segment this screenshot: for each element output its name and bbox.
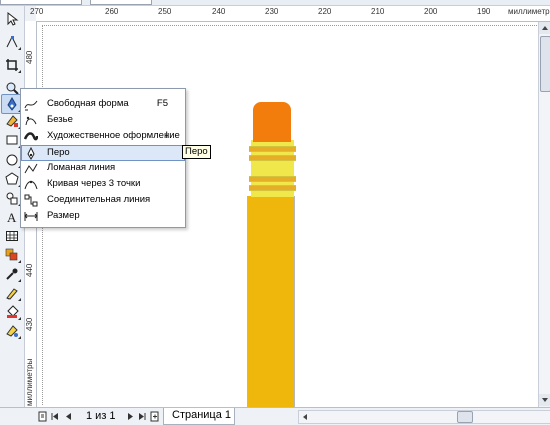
ruler-label: 190 <box>477 7 491 16</box>
menu-item-connector[interactable]: Соединительная линия <box>22 193 184 208</box>
first-page-icon[interactable] <box>50 411 60 422</box>
scroll-left-icon[interactable] <box>300 412 310 422</box>
horizontal-scrollbar[interactable] <box>298 410 550 424</box>
ruler-label: 220 <box>318 7 332 16</box>
ferrule-ring-shape[interactable] <box>249 185 296 191</box>
interactive-effects-icon[interactable] <box>2 246 22 264</box>
pick-tool-icon[interactable] <box>2 10 22 28</box>
outline-tool-icon[interactable] <box>2 284 22 302</box>
menu-item-label: Размер <box>47 210 80 221</box>
ruler-unit: миллиметры <box>508 7 550 16</box>
ferrule-ring-shape[interactable] <box>249 146 296 152</box>
polyline-icon <box>24 163 38 174</box>
page-border <box>42 25 537 26</box>
menu-item-artistic-media[interactable]: Художественное оформление I <box>22 129 184 144</box>
menu-item-dimension[interactable]: Размер <box>22 209 184 224</box>
svg-text:A: A <box>7 210 17 224</box>
document-navigator: 1 из 1 Страница 1 <box>0 407 550 425</box>
dimension-icon <box>24 212 38 221</box>
pencil-eraser-shape[interactable] <box>253 102 291 142</box>
previous-page-icon[interactable] <box>64 411 74 422</box>
ruler-label: 430 <box>25 317 34 331</box>
menu-item-pen[interactable]: Перо <box>21 145 185 161</box>
horizontal-scroll-thumb[interactable] <box>457 411 473 423</box>
menu-item-shortcut: I <box>165 130 168 141</box>
page-settings-icon[interactable] <box>38 411 48 422</box>
ruler-label: 200 <box>424 7 438 16</box>
tooltip: Перо <box>182 145 211 159</box>
last-page-icon[interactable] <box>137 411 147 422</box>
ruler-label: 240 <box>212 7 226 16</box>
text-tool-icon[interactable]: A <box>2 208 22 226</box>
menu-item-shortcut: F5 <box>156 98 168 109</box>
next-page-icon[interactable] <box>125 411 135 422</box>
menu-item-bezier[interactable]: Безье <box>22 113 184 128</box>
ruler-label: 250 <box>158 7 172 16</box>
ruler-label: 230 <box>265 7 279 16</box>
fill-tool-icon[interactable] <box>2 303 22 321</box>
ruler-label: 270 <box>30 7 44 16</box>
smart-fill-icon[interactable] <box>2 112 22 130</box>
menu-item-freehand[interactable]: Свободная форма F5 <box>22 97 184 112</box>
freehand-icon <box>24 100 38 111</box>
property-field[interactable] <box>0 0 82 5</box>
artistic-media-icon <box>24 132 38 141</box>
bezier-icon <box>25 116 37 126</box>
page-tab-label: Страница 1 <box>172 409 232 421</box>
pencil-body-shape[interactable] <box>247 196 295 407</box>
scroll-down-icon[interactable] <box>539 394 550 406</box>
add-page-icon[interactable] <box>150 411 160 422</box>
ruler-label: 480 <box>25 50 34 64</box>
crop-tool-icon[interactable] <box>2 56 22 74</box>
ruler-unit: миллиметры <box>25 358 34 406</box>
ferrule-ring-shape[interactable] <box>249 155 296 161</box>
polygon-tool-icon[interactable] <box>2 170 22 188</box>
menu-item-label: Соединительная линия <box>47 194 151 205</box>
connector-icon <box>24 194 38 207</box>
ferrule-ring-shape[interactable] <box>249 176 296 182</box>
horizontal-ruler[interactable]: 270 260 250 240 230 220 210 200 190 милл… <box>30 6 550 22</box>
menu-item-polyline[interactable]: Ломаная линия <box>22 161 184 176</box>
menu-item-label: Ломаная линия <box>47 162 116 173</box>
pen-icon <box>27 147 35 160</box>
page-tab[interactable]: Страница 1 <box>163 408 235 425</box>
basic-shapes-icon[interactable] <box>2 189 22 207</box>
menu-item-three-point-curve[interactable]: Кривая через 3 точки <box>22 177 184 192</box>
shape-tool-icon[interactable] <box>2 33 22 51</box>
scroll-up-icon[interactable] <box>539 22 550 34</box>
ruler-label: 260 <box>105 7 119 16</box>
curve-tools-flyout-menu: Свободная форма F5 Безье Художественное … <box>20 88 186 228</box>
ruler-label: 210 <box>371 7 385 16</box>
page-counter: 1 из 1 <box>86 410 116 422</box>
menu-item-label: Свободная форма <box>47 98 129 109</box>
menu-item-label: Перо <box>47 147 70 158</box>
three-point-curve-icon <box>24 180 38 190</box>
ellipse-tool-icon[interactable] <box>2 151 22 169</box>
ruler-label: 440 <box>25 263 34 277</box>
vertical-scrollbar[interactable] <box>538 22 550 407</box>
interactive-fill-icon[interactable] <box>2 322 22 340</box>
rectangle-tool-icon[interactable] <box>2 131 22 149</box>
property-field[interactable] <box>90 0 152 5</box>
menu-item-label: Безье <box>47 114 73 125</box>
menu-item-label: Кривая через 3 точки <box>47 178 141 189</box>
eyedropper-tool-icon[interactable] <box>2 265 22 283</box>
vertical-scroll-thumb[interactable] <box>540 36 550 92</box>
table-tool-icon[interactable] <box>2 227 22 245</box>
menu-item-label: Художественное оформление <box>47 130 180 141</box>
